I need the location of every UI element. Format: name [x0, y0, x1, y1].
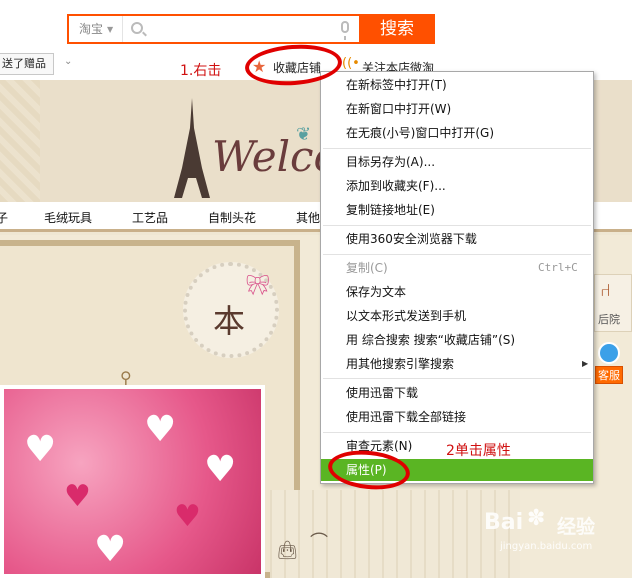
nav-item[interactable]: 子 [0, 209, 8, 226]
search-scope-label: 淘宝 [79, 22, 104, 36]
menu-item-open-incognito[interactable]: 在无痕(小号)窗口中打开(G) [321, 122, 593, 144]
hanger-icon: ⌒ [310, 532, 328, 553]
menu-item-xunlei-download[interactable]: 使用迅雷下载 [321, 382, 593, 404]
menu-item-label: 以文本形式发送到手机 [346, 309, 467, 323]
menu-item-shortcut: Ctrl+C [538, 261, 578, 274]
menu-item-copy-link[interactable]: 复制链接地址(E) [321, 199, 593, 221]
chevron-down-icon[interactable]: ⌄ [64, 56, 72, 67]
nav-item-other[interactable]: 其他 [296, 209, 320, 226]
menu-item-label: 用其他搜索引擎搜索 [346, 357, 455, 371]
menu-item-label: 在无痕(小号)窗口中打开(G) [346, 126, 495, 140]
menu-item-label: 目标另存为(A)... [346, 155, 436, 169]
chevron-right-icon: ▶ [582, 359, 589, 368]
gift-button[interactable]: 送了赠品 [0, 53, 54, 75]
eiffel-tower-icon [174, 98, 210, 198]
lace-decoration [270, 490, 520, 578]
menu-item-label: 用 综合搜索 搜索“收藏店铺”(S) [346, 333, 516, 347]
menu-separator [323, 378, 591, 379]
menu-item-label: 添加到收藏夹(F)... [346, 179, 446, 193]
search-button[interactable]: 搜索 [359, 16, 435, 42]
nav-item-plush-toys[interactable]: 毛绒玩具 [44, 209, 92, 226]
heart-icon: ♥ [204, 449, 237, 490]
menu-item-search[interactable]: 用 综合搜索 搜索“收藏店铺”(S) [321, 329, 593, 351]
mic-icon[interactable] [341, 21, 349, 40]
menu-separator [323, 225, 591, 226]
side-tab-label: 后院 [598, 313, 620, 326]
search-icon [131, 22, 143, 34]
wangwang-icon[interactable] [598, 342, 620, 364]
heart-icon: ♥ [64, 479, 91, 514]
heart-icon: ♥ [24, 429, 57, 470]
menu-item-copy: 复制(C) Ctrl+C [321, 257, 593, 279]
butterfly-icon: ❦ [296, 124, 312, 145]
annotation-step1: 1.右击 [180, 63, 222, 79]
menu-item-label: 复制链接地址(E) [346, 203, 435, 217]
search-box: 淘宝 ▼ 搜索 [67, 14, 435, 44]
customer-service-button[interactable]: 客服 [595, 366, 623, 384]
heart-icon: ♥ [174, 499, 201, 534]
search-scope-select[interactable]: 淘宝 ▼ [69, 16, 123, 42]
watermark-logo: Bai [484, 510, 524, 535]
context-menu: 在新标签中打开(T) 在新窗口中打开(W) 在无痕(小号)窗口中打开(G) 目标… [320, 71, 594, 484]
weibo-icon[interactable]: ((• [342, 56, 360, 71]
menu-separator [323, 432, 591, 433]
bag-icon: 👜︎ [276, 540, 299, 561]
menu-item-add-favorite[interactable]: 添加到收藏夹(F)... [321, 175, 593, 197]
menu-item-other-search[interactable]: 用其他搜索引擎搜索 ▶ [321, 353, 593, 375]
bow-icon: 🎀︎ [245, 273, 271, 297]
menu-item-label: 在新窗口中打开(W) [346, 102, 452, 116]
menu-item-label: 复制(C) [346, 261, 388, 275]
menu-item-label: 在新标签中打开(T) [346, 78, 447, 92]
menu-item-save-text[interactable]: 保存为文本 [321, 281, 593, 303]
menu-item-label: 保存为文本 [346, 285, 407, 299]
menu-item-label: 使用360安全浏览器下载 [346, 232, 477, 246]
paw-icon: ✽ [527, 506, 546, 531]
chair-icon: ⑁ [600, 280, 611, 301]
annotation-step2: 2单击属性 [446, 443, 511, 459]
menu-item-save-target[interactable]: 目标另存为(A)... [321, 151, 593, 173]
menu-separator [323, 148, 591, 149]
menu-item-xunlei-download-all[interactable]: 使用迅雷下载全部链接 [321, 406, 593, 428]
menu-item-open-new-window[interactable]: 在新窗口中打开(W) [321, 98, 593, 120]
chevron-down-icon: ▼ [107, 24, 114, 34]
nav-item-crafts[interactable]: 工艺品 [132, 209, 168, 226]
heart-icon: ♥ [144, 409, 177, 450]
menu-item-send-phone[interactable]: 以文本形式发送到手机 [321, 305, 593, 327]
product-photo[interactable]: ♥ ♥ ♥ ♥ ♥ ♥ [0, 385, 265, 578]
menu-item-download-360[interactable]: 使用360安全浏览器下载 [321, 228, 593, 250]
watermark-url: jingyan.baidu.com [500, 541, 593, 552]
heart-icon: ♥ [94, 529, 127, 570]
watermark-label: 经验 [557, 516, 596, 538]
menu-item-label: 使用迅雷下载全部链接 [346, 410, 467, 424]
banner-pattern [0, 80, 40, 202]
nav-item-hair-accessories[interactable]: 自制头花 [208, 209, 256, 226]
menu-separator [323, 254, 591, 255]
menu-item-open-new-tab[interactable]: 在新标签中打开(T) [321, 74, 593, 96]
badge-text: 本 [213, 302, 246, 340]
menu-item-label: 使用迅雷下载 [346, 386, 419, 400]
